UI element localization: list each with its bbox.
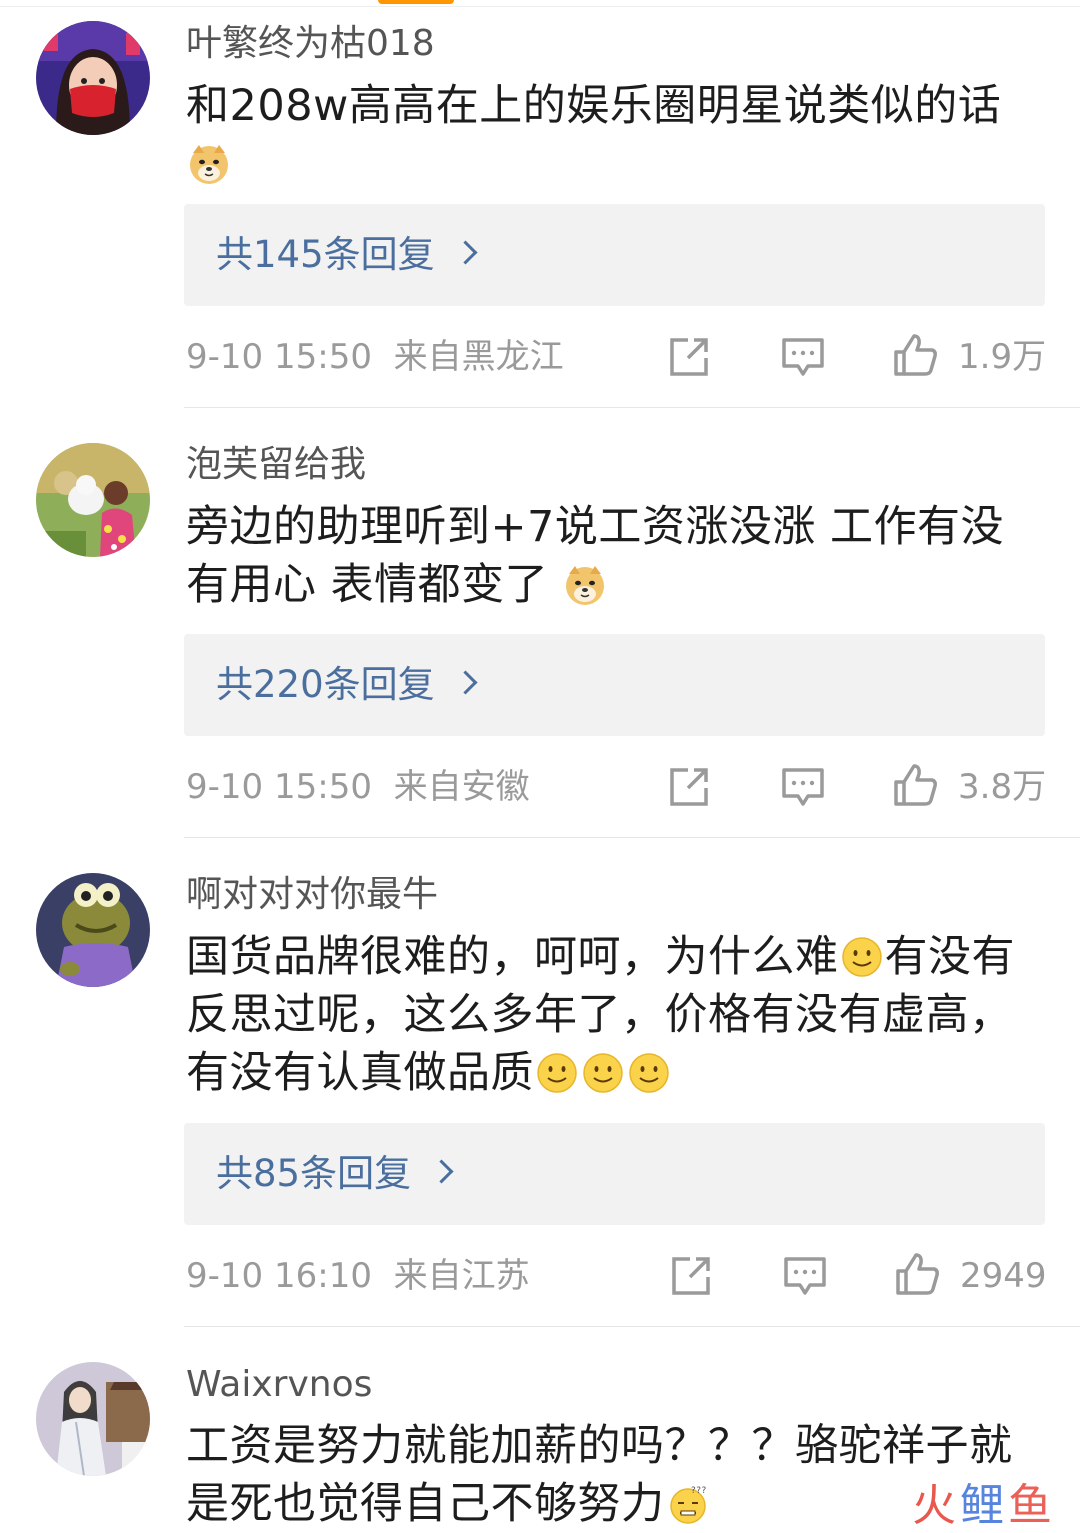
svg-text:火: 火 bbox=[912, 1480, 956, 1528]
comment-icon[interactable] bbox=[780, 334, 826, 380]
comment-text-line: 有没有认真做品质 bbox=[186, 1048, 534, 1098]
svg-text:鱼: 鱼 bbox=[1008, 1480, 1052, 1528]
top-divider bbox=[0, 6, 1080, 7]
timestamp: 9-10 16:10 bbox=[186, 1256, 372, 1296]
svg-text:???: ??? bbox=[691, 1486, 707, 1496]
active-tab-indicator bbox=[378, 0, 454, 4]
smile-emoji-icon bbox=[536, 1052, 578, 1094]
comment-meta: 9-10 15:50 来自黑龙江 bbox=[186, 335, 564, 379]
watermark-logo: 火 鲤 鱼 bbox=[912, 1478, 1058, 1528]
location: 来自黑龙江 bbox=[393, 337, 564, 377]
share-icon[interactable] bbox=[668, 1253, 714, 1299]
view-replies-link[interactable]: 共145条回复 bbox=[216, 204, 478, 306]
reply-count-label: 共145条回复 bbox=[216, 233, 435, 276]
comment-text: 旁边的助理听到+7说工资涨没涨 工作有没 有用心 表情都变了 bbox=[186, 498, 1046, 614]
share-icon[interactable] bbox=[666, 764, 712, 810]
like-icon[interactable] bbox=[892, 762, 938, 808]
dizzy-emoji-icon: ??? bbox=[667, 1483, 709, 1525]
smile-emoji-icon bbox=[582, 1052, 624, 1094]
share-icon[interactable] bbox=[666, 334, 712, 380]
username[interactable]: Waixrvnos bbox=[186, 1363, 372, 1407]
comment-text-line: 工资是努力就能加薪的吗？？？骆驼祥子就 bbox=[186, 1421, 1013, 1471]
like-icon[interactable] bbox=[892, 332, 938, 378]
username[interactable]: 泡芙留给我 bbox=[186, 443, 366, 487]
comment-divider bbox=[184, 837, 1080, 838]
comment-text-line: 有用心 表情都变了 bbox=[186, 560, 549, 610]
comment-text: 和208w高高在上的娱乐圈明星说类似的话 bbox=[186, 77, 1046, 193]
avatar[interactable] bbox=[36, 443, 150, 557]
view-replies-link[interactable]: 共220条回复 bbox=[216, 634, 478, 736]
like-count: 1.9万 bbox=[958, 337, 1047, 377]
chevron-right-icon bbox=[429, 1159, 454, 1184]
comment-text-line: 反思过呢，这么多年了，价格有没有虚高， bbox=[186, 990, 1013, 1040]
reply-count-label: 共85条回复 bbox=[216, 1152, 412, 1195]
avatar[interactable] bbox=[36, 1362, 150, 1476]
chevron-right-icon bbox=[453, 670, 478, 695]
comment-text-line: 和208w高高在上的娱乐圈明星说类似的话 bbox=[186, 81, 1002, 131]
avatar[interactable] bbox=[36, 21, 150, 135]
comment-divider bbox=[184, 1326, 1080, 1327]
timestamp: 9-10 15:50 bbox=[186, 337, 372, 377]
smile-emoji-icon bbox=[628, 1052, 670, 1094]
comment-divider bbox=[184, 407, 1080, 408]
like-count: 3.8万 bbox=[958, 767, 1047, 807]
view-replies-link[interactable]: 共85条回复 bbox=[216, 1123, 454, 1225]
reply-box[interactable]: 共85条回复 bbox=[184, 1123, 1045, 1225]
comment-meta: 9-10 16:10 来自江苏 bbox=[186, 1254, 530, 1298]
comment-meta: 9-10 15:50 来自安徽 bbox=[186, 765, 530, 809]
reply-box[interactable]: 共220条回复 bbox=[184, 634, 1045, 736]
doge-emoji-icon bbox=[188, 143, 230, 185]
smile-emoji-icon bbox=[841, 936, 883, 978]
comment-text-line: 是死也觉得自己不够努力 bbox=[186, 1479, 665, 1529]
svg-text:鲤: 鲤 bbox=[960, 1480, 1004, 1528]
comment-text-line: 旁边的助理听到+7说工资涨没涨 工作有没 bbox=[186, 502, 1005, 552]
comment-text-line: 有没有 bbox=[884, 932, 1015, 982]
timestamp: 9-10 15:50 bbox=[186, 767, 372, 807]
location: 来自江苏 bbox=[393, 1256, 530, 1296]
reply-count-label: 共220条回复 bbox=[216, 663, 435, 706]
like-icon[interactable] bbox=[894, 1251, 940, 1297]
avatar[interactable] bbox=[36, 873, 150, 987]
doge-emoji-icon bbox=[564, 564, 606, 606]
location: 来自安徽 bbox=[393, 767, 530, 807]
username[interactable]: 叶繁终为枯018 bbox=[186, 22, 435, 66]
like-count: 2949 bbox=[960, 1256, 1047, 1296]
comment-text: 国货品牌很难的，呵呵，为什么难 有没有 反思过呢，这么多年了，价格有没有虚高， … bbox=[186, 928, 1046, 1102]
reply-box[interactable]: 共145条回复 bbox=[184, 204, 1045, 306]
username[interactable]: 啊对对对你最牛 bbox=[186, 873, 438, 917]
comment-text-line: 国货品牌很难的，呵呵，为什么难 bbox=[186, 932, 839, 982]
comment-icon[interactable] bbox=[780, 764, 826, 810]
chevron-right-icon bbox=[453, 240, 478, 265]
comment-icon[interactable] bbox=[782, 1253, 828, 1299]
